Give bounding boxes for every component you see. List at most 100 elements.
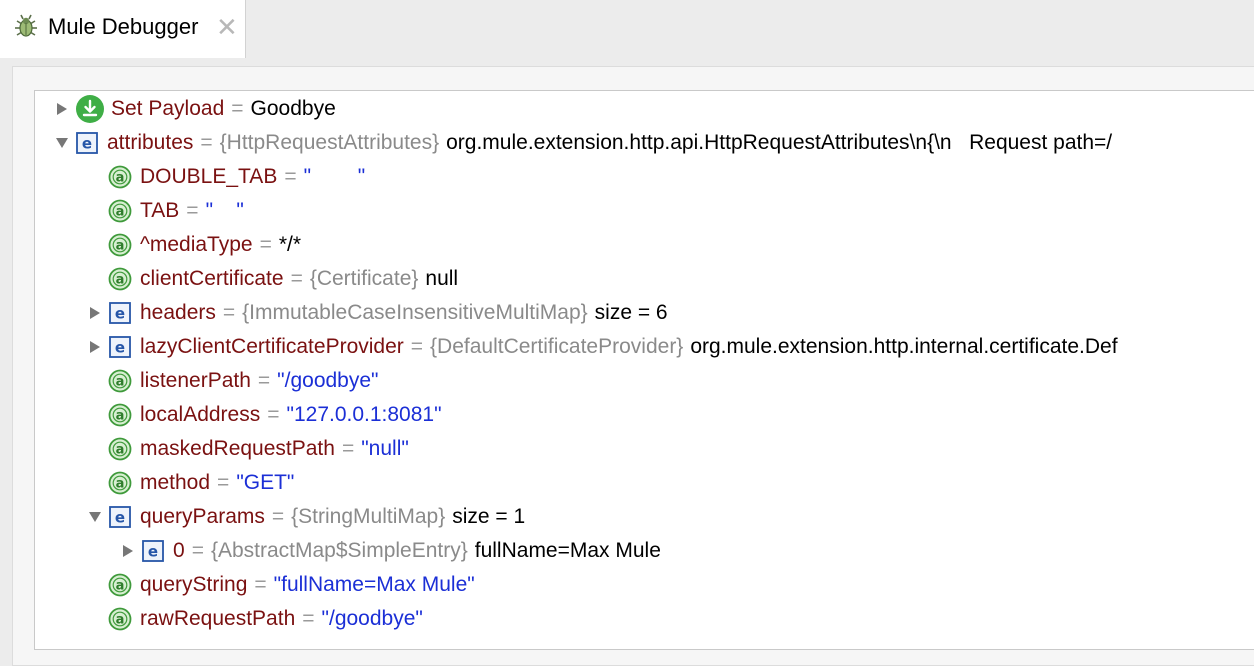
object-icon: e (108, 301, 132, 325)
equals-sign: = (257, 369, 271, 392)
equals-sign: = (284, 165, 297, 188)
variable-value: " " (303, 165, 366, 188)
tree-row[interactable]: a queryString = "fullName=Max Mule" (82, 568, 475, 602)
variable-value: */* (278, 233, 302, 256)
collapsed-arrow-icon[interactable] (49, 92, 75, 126)
object-icon: e (108, 335, 132, 359)
variable-name: attributes (107, 131, 194, 154)
object-icon: e (75, 131, 99, 155)
variable-value: "127.0.0.1:8081" (286, 403, 442, 426)
variable-name: clientCertificate (140, 267, 284, 290)
svg-text:e: e (115, 509, 125, 527)
bug-icon (11, 12, 41, 42)
variable-type: {DefaultCertificateProvider} (430, 335, 684, 358)
variable-value: size = 6 (594, 301, 668, 324)
field-icon: a (108, 199, 132, 223)
variables-tree[interactable]: Set Payload = Goodbye e attributes = {HttpRequ… (34, 90, 1254, 650)
svg-text:e: e (115, 339, 125, 357)
variable-value: "GET" (236, 471, 295, 494)
field-icon: a (108, 233, 132, 257)
variable-value: "/goodbye" (321, 607, 423, 630)
equals-sign: = (267, 403, 280, 426)
variable-name: queryString (140, 573, 248, 596)
tree-row[interactable]: a DOUBLE_TAB = " " (82, 160, 365, 194)
equals-sign: = (217, 471, 230, 494)
variable-name: localAddress (140, 403, 261, 426)
variable-type: {StringMultiMap} (291, 505, 446, 528)
tree-row[interactable]: e 0 = {AbstractMap$SimpleEntry} fullName=Max… (115, 534, 661, 568)
collapsed-arrow-icon[interactable] (82, 296, 108, 330)
equals-sign: = (191, 539, 204, 562)
tree-row[interactable]: e attributes = {HttpRequestAttributes} org.m… (49, 126, 1112, 160)
equals-sign: = (410, 335, 424, 358)
variable-value: null (425, 267, 459, 290)
field-icon: a (108, 165, 132, 189)
variable-name: queryParams (140, 505, 265, 528)
close-icon[interactable]: ✕ (216, 12, 238, 42)
field-icon: a (108, 607, 132, 631)
tree-row[interactable]: a ^mediaType = */* (82, 228, 301, 262)
variable-value: "fullName=Max Mule" (273, 573, 475, 596)
collapsed-arrow-icon[interactable] (115, 534, 141, 568)
equals-sign: = (200, 131, 213, 154)
equals-sign: = (271, 505, 285, 528)
variable-value: fullName=Max Mule (474, 539, 661, 562)
tree-row[interactable]: a maskedRequestPath = "null" (82, 432, 409, 466)
variable-value: "/goodbye" (277, 369, 379, 392)
download-icon (75, 94, 105, 124)
svg-text:e: e (148, 543, 158, 561)
tree-row[interactable]: Set Payload = Goodbye (49, 92, 336, 126)
equals-sign: = (186, 199, 199, 222)
object-icon: e (108, 505, 132, 529)
object-icon: e (141, 539, 165, 563)
expanded-arrow-icon[interactable] (49, 126, 75, 160)
tree-row[interactable]: a rawRequestPath = "/goodbye" (82, 602, 423, 636)
equals-sign: = (222, 301, 236, 324)
variable-name: rawRequestPath (140, 607, 296, 630)
tree-row[interactable]: a TAB = " " (82, 194, 244, 228)
variable-value: Goodbye (250, 97, 336, 120)
variable-name: Set Payload (111, 97, 225, 120)
variable-name: headers (140, 301, 216, 324)
variable-name: 0 (173, 539, 185, 562)
variable-type: {HttpRequestAttributes} (219, 131, 440, 154)
equals-sign: = (231, 97, 244, 120)
equals-sign: = (341, 437, 355, 460)
variable-value: size = 1 (452, 505, 526, 528)
tree-row[interactable]: a method = "GET" (82, 466, 294, 500)
tree-row[interactable]: a localAddress = "127.0.0.1:8081" (82, 398, 442, 432)
variable-name: TAB (140, 199, 180, 222)
equals-sign: = (254, 573, 267, 596)
field-icon: a (108, 369, 132, 393)
variable-type: {ImmutableCaseInsensitiveMultiMap} (242, 301, 588, 324)
tree-row[interactable]: e headers = {ImmutableCaseInsensitiveMultiM… (82, 296, 668, 330)
field-icon: a (108, 403, 132, 427)
collapsed-arrow-icon[interactable] (82, 330, 108, 364)
tree-row[interactable]: a clientCertificate = {Certificate} null (82, 262, 458, 296)
variable-name: listenerPath (140, 369, 251, 392)
variable-value: "null" (361, 437, 409, 460)
field-icon: a (108, 471, 132, 495)
variable-name: DOUBLE_TAB (140, 165, 278, 188)
expanded-arrow-icon[interactable] (82, 500, 108, 534)
tree-row[interactable]: a listenerPath = "/goodbye" (82, 364, 379, 398)
variable-type: {Certificate} (309, 267, 419, 290)
tree-row[interactable]: e queryParams = {StringMultiMap} size = 1 (82, 500, 525, 534)
equals-sign: = (290, 267, 303, 290)
field-icon: a (108, 437, 132, 461)
tree-row[interactable]: e lazyClientCertificateProvider = {DefaultC… (82, 330, 1118, 364)
tab-mule-debugger[interactable]: Mule Debugger ✕ (0, 0, 246, 58)
field-icon: a (108, 573, 132, 597)
variable-type: {AbstractMap$SimpleEntry} (210, 539, 468, 562)
variable-name: ^mediaType (140, 233, 253, 256)
variable-value: " " (205, 199, 244, 222)
